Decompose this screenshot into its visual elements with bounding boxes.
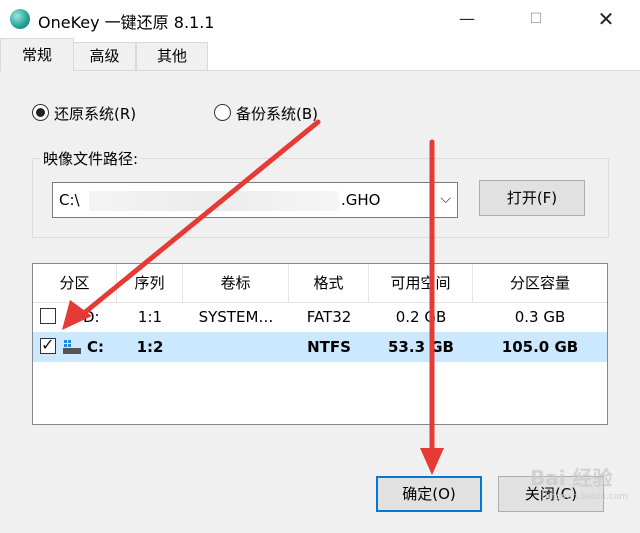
image-path-label: 映像文件路径: (40, 148, 142, 169)
radio-unselected-indicator (214, 104, 231, 121)
partition-capacity: 0.3 GB (514, 308, 566, 326)
onekey-app-icon (10, 9, 30, 29)
maximize-button[interactable]: ☐ (524, 7, 548, 31)
partition-drive: D: (83, 308, 100, 326)
column-header-partition[interactable]: 分区 (33, 264, 117, 302)
watermark-url: jingyan.baidu.com (545, 492, 629, 502)
tab-general[interactable]: 常规 (0, 38, 74, 71)
partition-format: FAT32 (306, 308, 352, 326)
image-path-redacted (89, 191, 339, 211)
open-file-button[interactable]: 打开(F) (479, 180, 585, 216)
partition-drive: C: (87, 338, 105, 356)
title-bar: OneKey 一键还原 8.1.1 — ☐ ✕ (0, 0, 640, 38)
partition-free-space: 53.3 GB (388, 338, 454, 356)
partition-sequence: 1:1 (137, 308, 163, 326)
partition-checkbox[interactable] (40, 308, 56, 324)
partition-sequence: 1:2 (136, 338, 164, 356)
partition-format: NTFS (307, 338, 351, 356)
tab-advanced[interactable]: 高级 (73, 42, 136, 70)
partition-volume-label (183, 332, 289, 362)
partition-volume-label: SYSTEM… (198, 308, 274, 326)
restore-system-label: 还原系统(R) (54, 105, 137, 123)
column-header-capacity[interactable]: 分区容量 (473, 264, 607, 302)
partition-row[interactable]: D: 1:1 SYSTEM… FAT32 0.2 GB 0.3 GB (33, 302, 607, 332)
chevron-down-icon[interactable]: ⌵ (440, 191, 451, 207)
partition-list-header: 分区 序列 卷标 格式 可用空间 分区容量 (33, 264, 607, 303)
close-window-button[interactable]: ✕ (594, 7, 618, 31)
column-header-free-space[interactable]: 可用空间 (369, 264, 473, 302)
windows-drive-icon (63, 340, 81, 354)
partition-row-selected[interactable]: C: 1:2 NTFS 53.3 GB 105.0 GB (33, 332, 607, 362)
window-title: OneKey 一键还原 8.1.1 (38, 13, 215, 32)
tab-other[interactable]: 其他 (136, 42, 208, 70)
image-path-combobox[interactable]: C:\ .GHO ⌵ (52, 182, 458, 218)
partition-capacity: 105.0 GB (501, 338, 579, 356)
minimize-button[interactable]: — (455, 7, 479, 31)
column-header-format[interactable]: 格式 (289, 264, 369, 302)
partition-free-space: 0.2 GB (395, 308, 447, 326)
backup-system-radio[interactable]: 备份系统(B) (214, 104, 318, 124)
tab-strip: 常规 高级 其他 (0, 38, 640, 71)
ok-button[interactable]: 确定(O) (376, 476, 482, 512)
partition-checkbox-checked[interactable] (40, 335, 56, 354)
column-header-volume-label[interactable]: 卷标 (183, 264, 289, 302)
image-path-suffix: .GHO (341, 191, 381, 209)
radio-selected-indicator (32, 104, 49, 121)
image-path-prefix: C:\ (59, 191, 80, 209)
baidu-jingyan-watermark: Bai 经验 (530, 466, 613, 490)
restore-system-radio[interactable]: 还原系统(R) (32, 104, 136, 124)
partition-list[interactable]: 分区 序列 卷标 格式 可用空间 分区容量 D: 1:1 SYSTEM… FAT… (32, 263, 608, 425)
column-header-sequence[interactable]: 序列 (117, 264, 183, 302)
backup-system-label: 备份系统(B) (236, 105, 318, 123)
